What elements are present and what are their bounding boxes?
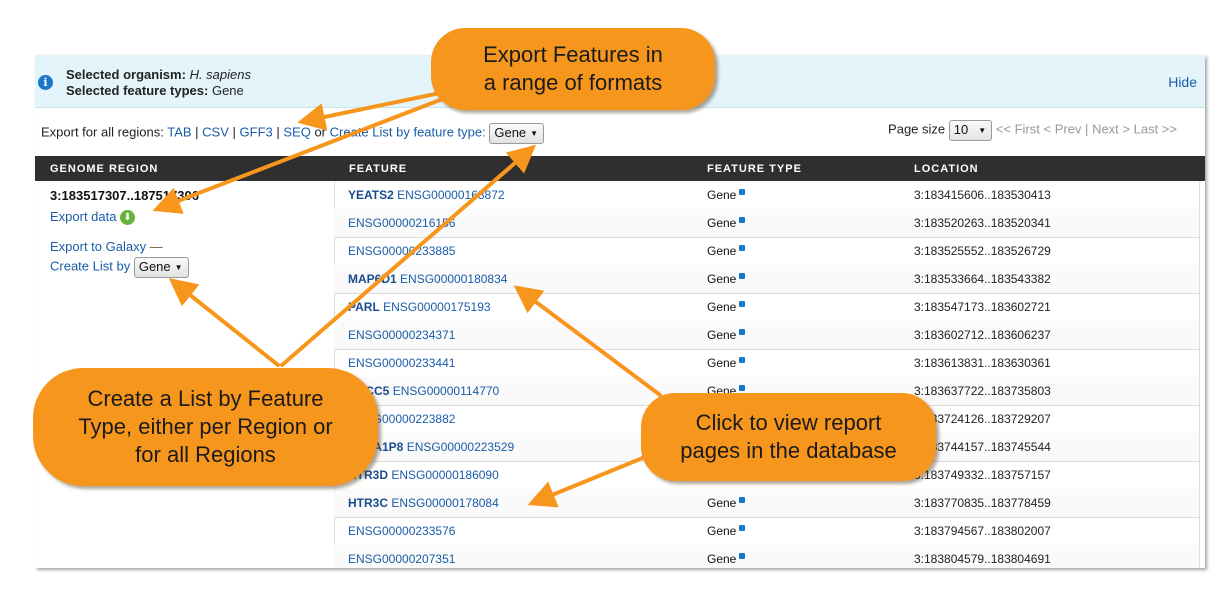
- callout-report-line-2: pages in the database: [680, 438, 897, 463]
- callout-export-line-2: a range of formats: [483, 70, 663, 95]
- callout-export-formats: Export Features in a range of formats: [431, 28, 715, 110]
- callout-report-pages: Click to view report pages in the databa…: [641, 393, 936, 481]
- arrow-report-htr3c: [527, 453, 652, 508]
- arrow-create-list-region: [168, 278, 280, 367]
- callout-create-list-line-1: Create a List by Feature: [87, 386, 324, 411]
- callout-report-line-1: Click to view report: [695, 410, 882, 435]
- arrow-create-list-top: [280, 144, 537, 367]
- callout-create-list-line-2: Type, either per Region or: [78, 414, 333, 439]
- arrow-export-data: [152, 96, 447, 214]
- callout-create-list-line-3: for all Regions: [135, 442, 276, 467]
- arrow-report-map6d1: [513, 285, 662, 397]
- callout-export-line-1: Export Features in: [483, 42, 663, 67]
- callout-create-list: Create a List by Feature Type, either pe…: [33, 368, 378, 486]
